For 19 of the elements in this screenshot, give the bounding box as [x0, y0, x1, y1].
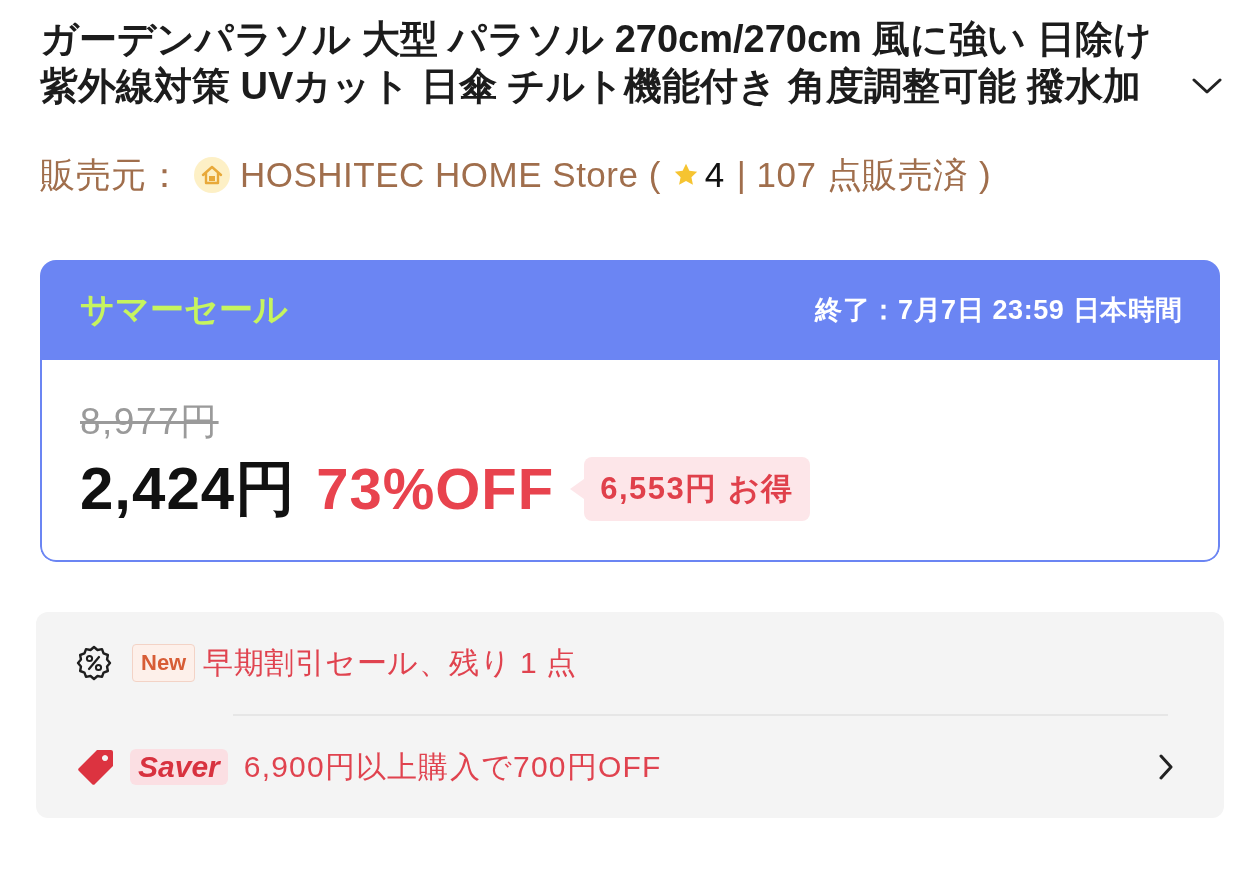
promo-text: 早期割引セール、残り 1 点	[203, 644, 577, 681]
product-title: ガーデンパラソル 大型 パラソル 270cm/270cm 風に強い 日除け紫外線対策 UVカット 日傘 チルト機能付き 角度調整可能 撥水加	[40, 17, 1153, 109]
sale-price: 2,424円	[80, 454, 297, 524]
sale-title: サマーセール	[80, 289, 288, 330]
seller-label: 販売元：	[40, 154, 182, 196]
chevron-right-icon[interactable]	[1158, 753, 1174, 781]
store-icon	[194, 157, 230, 193]
discount-percent: 73%OFF	[316, 455, 555, 523]
price-tag-icon	[76, 747, 116, 787]
store-rating: 4	[704, 154, 725, 196]
original-price: 8,977円	[80, 400, 219, 444]
discount-badge-icon	[76, 645, 112, 681]
saver-badge: Saver	[130, 749, 228, 785]
new-tag: New	[132, 644, 196, 682]
promo-text[interactable]: 6,900円以上購入で700円OFF	[243, 746, 662, 788]
store-name[interactable]: HOSHITEC HOME Store (	[240, 153, 661, 197]
sales-count: | 107 点販売済 )	[736, 154, 992, 196]
chevron-down-icon[interactable]	[1192, 78, 1222, 94]
sale-end-time: 終了：7月7日 23:59 日本時間	[815, 294, 1183, 327]
